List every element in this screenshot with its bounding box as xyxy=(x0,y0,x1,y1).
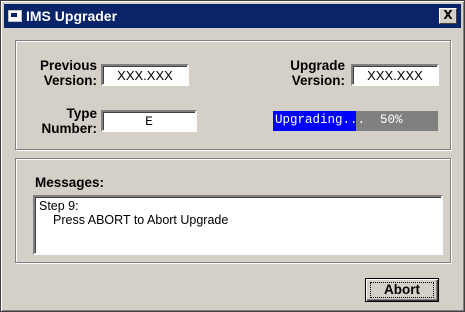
type-number-field[interactable]: E xyxy=(101,110,197,132)
previous-version-label: Previous Version: xyxy=(29,58,97,88)
abort-focus-rect xyxy=(370,282,434,298)
upgrade-progress-bar: Upgrading... 50% xyxy=(273,111,438,131)
upgrade-version-field[interactable]: XXX.XXX xyxy=(351,64,439,86)
upgrade-version-label: Upgrade Version: xyxy=(263,58,345,88)
type-number-label-line2: Number: xyxy=(41,121,97,136)
upgrade-version-label-line1: Upgrade xyxy=(290,58,345,73)
abort-button[interactable]: Abort xyxy=(365,278,439,302)
messages-label: Messages: xyxy=(35,175,105,190)
messages-box[interactable]: Step 9: Press ABORT to Abort Upgrade xyxy=(33,195,443,255)
window-title: IMS Upgrader xyxy=(26,8,118,24)
progress-text: Upgrading... 50% xyxy=(275,113,403,127)
upgrade-version-label-line2: Version: xyxy=(291,73,345,88)
title-bar[interactable]: IMS Upgrader X xyxy=(4,4,461,28)
previous-version-field[interactable]: XXX.XXX xyxy=(101,64,189,86)
ims-upgrader-dialog: IMS Upgrader X Previous Version: XXX.XXX… xyxy=(0,0,465,312)
message-line-1: Step 9: xyxy=(39,199,79,213)
message-line-2: Press ABORT to Abort Upgrade xyxy=(53,213,229,227)
close-button[interactable]: X xyxy=(439,8,457,24)
type-number-label-line1: Type xyxy=(66,106,97,121)
app-window-icon xyxy=(8,10,22,22)
previous-version-label-line1: Previous xyxy=(39,58,97,73)
previous-version-label-line2: Version: xyxy=(43,73,97,88)
type-number-label: Type Number: xyxy=(29,106,97,136)
